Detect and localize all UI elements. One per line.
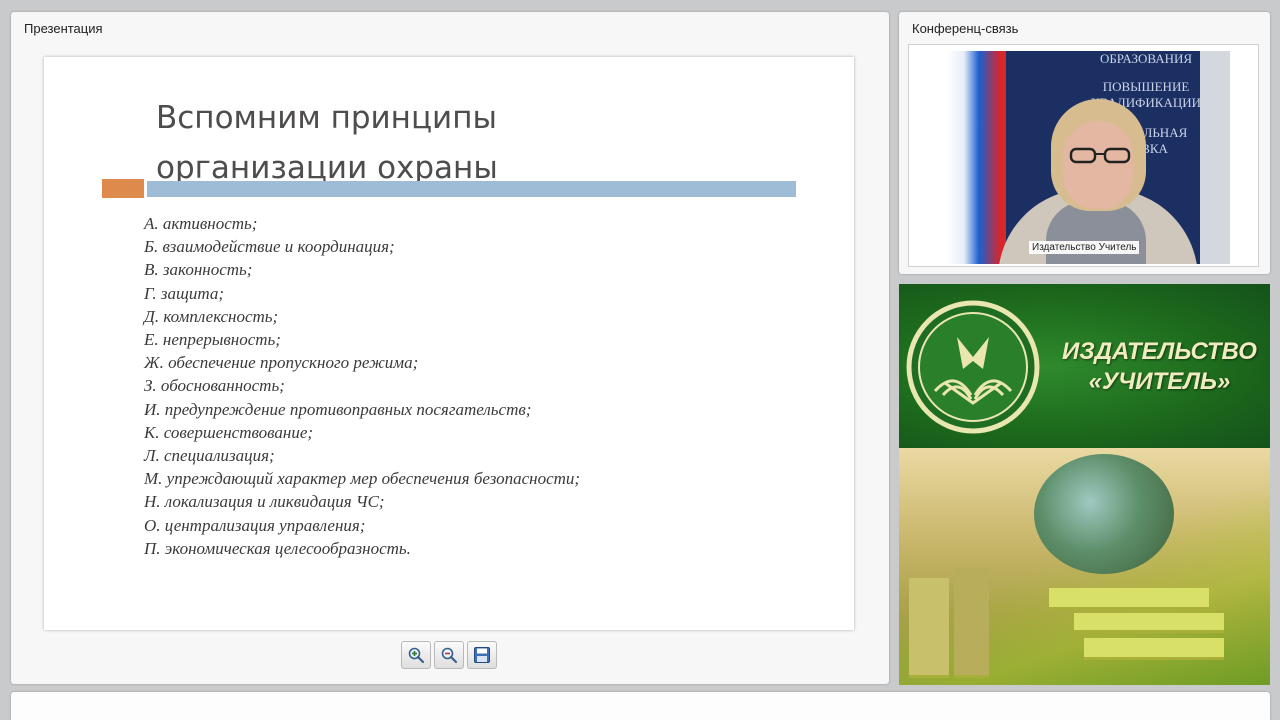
participant-video[interactable]: ОБРАЗОВАНИЯ ПОВЫШЕНИЕ КВАЛИФИКАЦИИ ПРО А… (946, 51, 1230, 264)
slide-toolbar (401, 641, 497, 669)
publisher-name-line-1: ИЗДАТЕЛЬСТВО (1062, 338, 1257, 365)
principle-item: Д. комплексность; (144, 306, 279, 326)
book-image (954, 568, 989, 678)
principle-item: К. совершенствование; (144, 422, 314, 442)
principle-item: Б. взаимодействие и координация; (144, 237, 395, 257)
principles-list: А. активность; Б. взаимодействие и коорд… (144, 212, 580, 560)
publisher-logo-icon (906, 300, 1040, 434)
principle-item: З. обоснованность; (144, 376, 285, 396)
publisher-name-line-2: «УЧИТЕЛЬ» (1088, 368, 1231, 395)
principle-item: В. законность; (144, 260, 253, 280)
principle-item: М. упреждающий характер мер обеспечения … (144, 469, 581, 489)
book-image (1084, 638, 1224, 660)
principle-item: Л. специализация; (144, 446, 275, 466)
zoom-in-button[interactable] (401, 641, 431, 669)
principle-item: А. активность; (144, 214, 258, 233)
save-icon (474, 647, 490, 663)
backdrop-text: ОБРАЗОВАНИЯ (1099, 51, 1193, 66)
principle-item: И. предупреждение противоправных посягат… (144, 399, 532, 419)
flag-backdrop (946, 51, 1006, 264)
conference-panel-title: Конференц-связь (912, 21, 1019, 36)
slide-title: Вспомним принципы организации охраны (156, 93, 498, 193)
speaker-face (1063, 121, 1133, 209)
publisher-name: ИЗДАТЕЛЬСТВО «УЧИТЕЛЬ» (1057, 337, 1262, 397)
video-frame: ОБРАЗОВАНИЯ ПОВЫШЕНИЕ КВАЛИФИКАЦИИ ПРО А… (908, 44, 1259, 267)
slide-accent-orange (102, 179, 144, 198)
banner-header: ИЗДАТЕЛЬСТВО «УЧИТЕЛЬ» (899, 284, 1270, 448)
presentation-panel-title: Презентация (24, 21, 103, 36)
participant-name: Издательство Учитель (1029, 241, 1140, 254)
principle-item: О. централизация управления; (144, 515, 366, 535)
globe-image (1034, 454, 1174, 574)
slide-title-line-1: Вспомним принципы (156, 100, 497, 136)
principle-item: Г. защита; (144, 283, 225, 303)
zoom-in-icon (408, 647, 425, 664)
principle-item: Е. непрерывность; (144, 330, 281, 350)
save-button[interactable] (467, 641, 497, 669)
book-image (909, 578, 949, 678)
bottom-panel (11, 692, 1270, 720)
principle-item: П. экономическая целесообразность. (144, 538, 411, 558)
book-image (1074, 613, 1224, 633)
slide-accent-blue (147, 181, 796, 197)
zoom-out-button[interactable] (434, 641, 464, 669)
book-image (1049, 588, 1209, 610)
zoom-out-icon (441, 647, 458, 664)
principle-item: Ж. обеспечение пропускного режима; (144, 353, 419, 373)
presentation-panel: Презентация Вспомним принципы организаци… (11, 12, 889, 684)
banner-picture (899, 448, 1270, 685)
conference-panel: Конференц-связь ОБРАЗОВАНИЯ ПОВЫШЕНИЕ КВ… (899, 12, 1270, 274)
glasses-icon (1069, 147, 1131, 164)
backdrop-text: ПОВЫШЕНИЕ (1102, 79, 1190, 94)
presentation-slide: Вспомним принципы организации охраны А. … (44, 57, 854, 630)
publisher-banner: ИЗДАТЕЛЬСТВО «УЧИТЕЛЬ» (899, 284, 1270, 685)
principle-item: Н. локализация и ликвидация ЧС; (144, 492, 385, 512)
